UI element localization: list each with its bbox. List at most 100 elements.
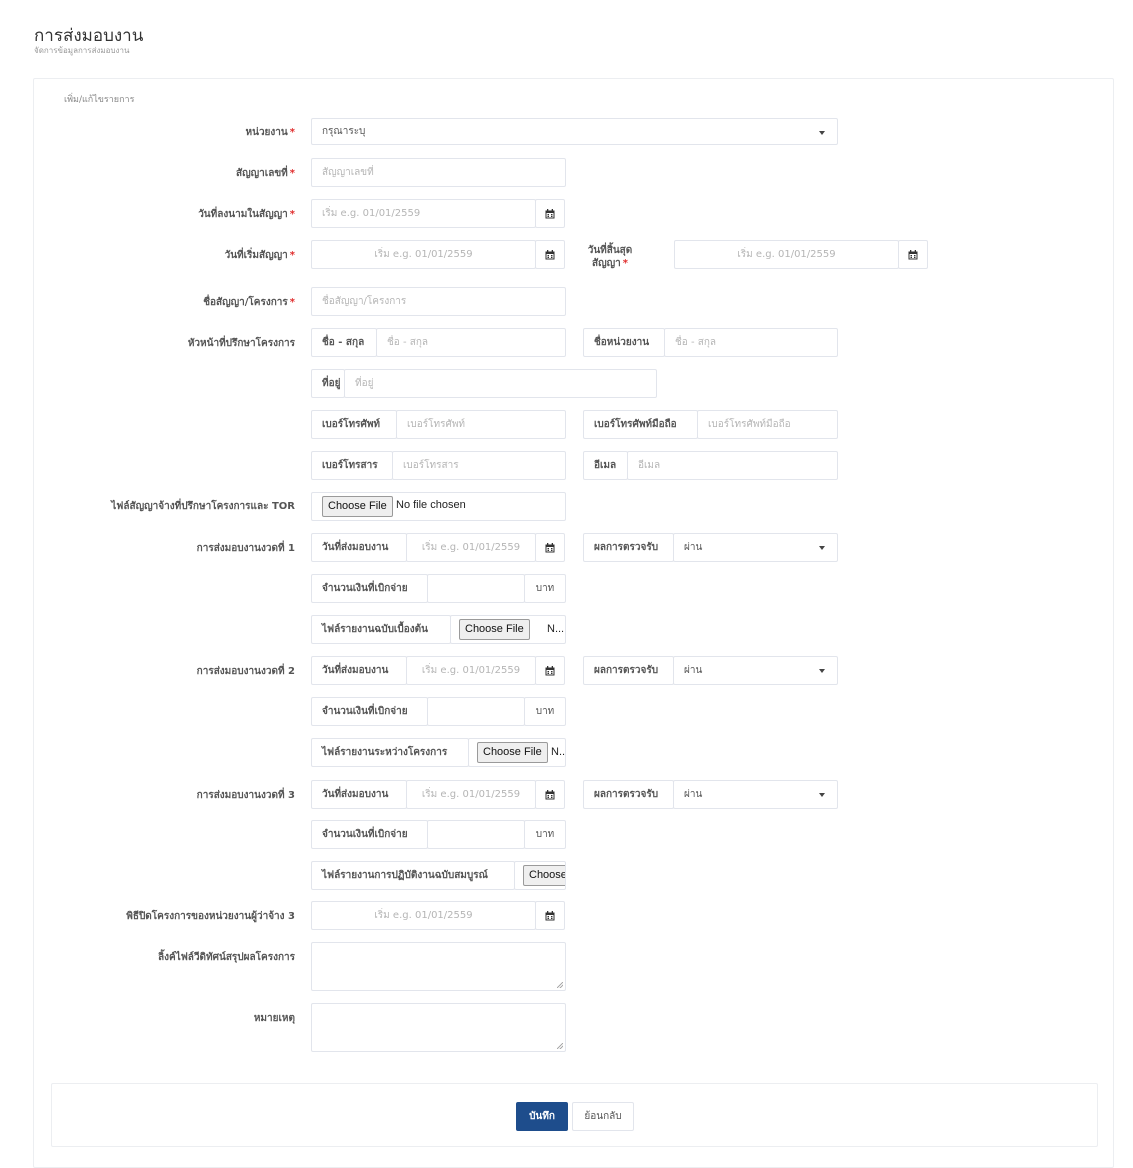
installment-3-amount-addon: จำนวนเงินที่เบิกจ่าย xyxy=(311,820,428,849)
installment-3-currency-addon: บาท xyxy=(524,820,566,849)
installment-1-result-select[interactable]: ผ่าน xyxy=(673,533,838,562)
tor-file-button[interactable]: Choose File xyxy=(322,496,393,517)
end-date-input[interactable] xyxy=(674,240,899,269)
page-subtitle: จัดการข้อมูลการส่งมอบงาน xyxy=(34,46,130,55)
advisor-fax-input[interactable] xyxy=(392,451,566,480)
required-mark: * xyxy=(289,250,295,261)
installment-1-file-button[interactable]: Choose File xyxy=(459,619,530,640)
remark-label: หมายเหตุ xyxy=(253,1013,295,1024)
contract-no-label: สัญญาเลขที่ * xyxy=(0,166,295,181)
installment-2-amount-addon: จำนวนเงินที่เบิกจ่าย xyxy=(311,697,428,726)
installment-1-result-addon: ผลการตรวจรับ xyxy=(583,533,674,562)
advisor-name-addon: ชื่อ - สกุล xyxy=(311,328,377,357)
installment-2-result-addon: ผลการตรวจรับ xyxy=(583,656,674,685)
advisor-address-input[interactable] xyxy=(344,369,657,398)
advisor-name-input[interactable] xyxy=(376,328,566,357)
advisor-fax-addon: เบอร์โทรสาร xyxy=(311,451,393,480)
installment-2-date-addon: วันที่ส่งมอบงาน xyxy=(311,656,407,685)
installment-3-result-value: ผ่าน xyxy=(684,789,703,800)
installment-2-result-select[interactable]: ผ่าน xyxy=(673,656,838,685)
video-link-label: ลิ้งค์ไฟล์วีดิทัศน์สรุปผลโครงการ xyxy=(158,952,295,963)
advisor-org-input[interactable] xyxy=(664,328,838,357)
contract-no-label-text: สัญญาเลขที่ xyxy=(236,168,288,179)
chevron-down-icon xyxy=(819,669,825,673)
closing-ceremony-label: พิธีปิดโครงการของหน่วยงานผู้ว่าจ้าง 3 xyxy=(126,911,295,922)
chevron-down-icon xyxy=(819,546,825,550)
advisor-mobile-addon: เบอร์โทรศัพท์มือถือ xyxy=(583,410,698,439)
contract-name-input[interactable] xyxy=(311,287,566,316)
form-caption: เพิ่ม/แก้ไขรายการ xyxy=(64,95,135,105)
tor-file-label: ไฟล์สัญญาจ้างที่ปรึกษาโครงการและ TOR xyxy=(111,501,295,512)
installment-3-label: การส่งมอบงานงวดที่ 3 xyxy=(196,790,295,801)
installment-3-result-addon: ผลการตรวจรับ xyxy=(583,780,674,809)
installment-2-amount-input[interactable] xyxy=(427,697,525,726)
remark-textarea[interactable] xyxy=(311,1003,566,1052)
advisor-phone-addon: เบอร์โทรศัพท์ xyxy=(311,410,397,439)
installment-3-file-addon: ไฟล์รายงานการปฏิบัติงานฉบับสมบูรณ์ xyxy=(311,861,515,890)
calendar-icon[interactable] xyxy=(535,780,565,809)
installment-1-file-addon: ไฟล์รายงานฉบับเบื้องต้น xyxy=(311,615,451,644)
required-mark: * xyxy=(289,127,295,138)
calendar-icon[interactable] xyxy=(898,240,928,269)
advisor-label: หัวหน้าที่ปรึกษาโครงการ xyxy=(187,338,295,349)
end-date-label-line2: สัญญา xyxy=(592,258,621,269)
sign-date-label: วันที่ลงนามในสัญญา * xyxy=(0,207,295,222)
installment-2-file-field: Choose File N... xyxy=(468,738,566,767)
installment-1-file-field: Choose File N... xyxy=(450,615,566,644)
advisor-org-addon: ชื่อหน่วยงาน xyxy=(583,328,665,357)
installment-3-date-addon: วันที่ส่งมอบงาน xyxy=(311,780,407,809)
advisor-address-addon: ที่อยู่ xyxy=(311,369,345,398)
installment-1-amount-input[interactable] xyxy=(427,574,525,603)
installment-2-result-value: ผ่าน xyxy=(684,665,703,676)
installment-1-amount-addon: จำนวนเงินที่เบิกจ่าย xyxy=(311,574,428,603)
required-mark: * xyxy=(289,297,295,308)
installment-2-date-input[interactable] xyxy=(406,656,536,685)
end-date-label: วันที่สิ้นสุด สัญญา * xyxy=(560,244,660,270)
start-date-label: วันที่เริ่มสัญญา * xyxy=(0,248,295,263)
installment-2-label: การส่งมอบงานงวดที่ 2 xyxy=(196,666,295,677)
contract-name-label: ชื่อสัญญา/โครงการ * xyxy=(0,295,295,310)
calendar-icon[interactable] xyxy=(535,901,565,930)
agency-label-text: หน่วยงาน xyxy=(245,127,288,138)
installment-3-file-button[interactable]: Choose xyxy=(523,865,565,886)
resize-grip-icon[interactable] xyxy=(557,982,563,988)
contract-name-label-text: ชื่อสัญญา/โครงการ xyxy=(203,297,288,308)
advisor-phone-input[interactable] xyxy=(396,410,566,439)
sign-date-input[interactable] xyxy=(311,199,536,228)
resize-grip-icon[interactable] xyxy=(557,1043,563,1049)
installment-3-amount-input[interactable] xyxy=(427,820,525,849)
tor-file-status: No file chosen xyxy=(396,499,466,511)
advisor-mobile-input[interactable] xyxy=(697,410,838,439)
installment-1-result-value: ผ่าน xyxy=(684,542,703,553)
installment-3-result-select[interactable]: ผ่าน xyxy=(673,780,838,809)
installment-1-currency-addon: บาท xyxy=(524,574,566,603)
form-card xyxy=(33,78,1114,1168)
installment-1-file-status: N... xyxy=(547,623,565,635)
end-date-label-line1: วันที่สิ้นสุด xyxy=(587,245,633,256)
agency-select[interactable]: กรุณาระบุ xyxy=(311,118,838,145)
calendar-icon[interactable] xyxy=(535,533,565,562)
advisor-email-input[interactable] xyxy=(627,451,838,480)
video-link-textarea[interactable] xyxy=(311,942,566,991)
required-mark: * xyxy=(622,258,628,269)
installment-2-file-button[interactable]: Choose File xyxy=(477,742,548,763)
calendar-icon[interactable] xyxy=(535,656,565,685)
start-date-input[interactable] xyxy=(311,240,536,269)
agency-select-value: กรุณาระบุ xyxy=(322,126,366,137)
installment-1-label: การส่งมอบงานงวดที่ 1 xyxy=(196,543,295,554)
sign-date-label-text: วันที่ลงนามในสัญญา xyxy=(198,209,288,220)
required-mark: * xyxy=(289,209,295,220)
back-button[interactable]: ย้อนกลับ xyxy=(572,1102,634,1131)
save-button[interactable]: บันทึก xyxy=(516,1102,568,1131)
advisor-email-addon: อีเมล xyxy=(583,451,628,480)
calendar-icon[interactable] xyxy=(535,199,565,228)
installment-1-date-input[interactable] xyxy=(406,533,536,562)
chevron-down-icon xyxy=(819,131,825,135)
start-date-label-text: วันที่เริ่มสัญญา xyxy=(224,250,288,261)
installment-3-file-field: Choose xyxy=(514,861,566,890)
contract-no-input[interactable] xyxy=(311,158,566,187)
required-mark: * xyxy=(289,168,295,179)
closing-ceremony-date-input[interactable] xyxy=(311,901,536,930)
installment-3-date-input[interactable] xyxy=(406,780,536,809)
installment-2-file-addon: ไฟล์รายงานระหว่างโครงการ xyxy=(311,738,469,767)
